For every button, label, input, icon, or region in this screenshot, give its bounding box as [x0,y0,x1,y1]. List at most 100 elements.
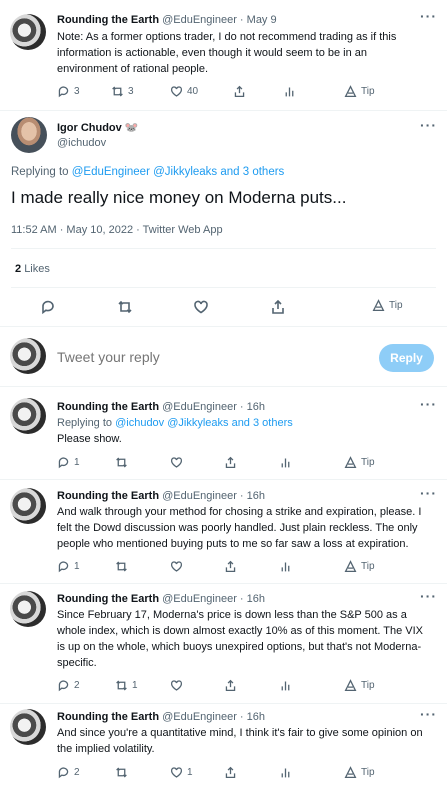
tip-button[interactable]: Tip [344,560,375,573]
reply-icon [58,767,69,779]
heart-icon [170,680,183,691]
avatar[interactable] [10,709,46,745]
reply-icon [58,561,69,573]
author-name[interactable]: Rounding the Earth [57,490,159,502]
retweet-icon [116,767,127,778]
tip-button[interactable]: Tip [344,456,375,469]
share-button[interactable] [224,456,237,469]
tweet-header: Rounding the Earth @EduEngineer · 16h [57,490,265,502]
tweet-text-line: whole index, which is down almost exactl… [57,625,424,637]
author-name[interactable]: Rounding the Earth [57,401,159,413]
tweet-text-line: is up on the whole, which buoys unexpire… [57,641,422,653]
analytics-button[interactable] [279,560,292,573]
more-icon[interactable]: ··· [420,396,437,412]
more-icon[interactable]: ··· [420,588,437,604]
reply-button[interactable]: 2 [57,766,80,779]
replying-to-links[interactable]: @EduEngineer @Jikkyleaks and 3 others [72,166,285,178]
retweet-button[interactable]: 1 [115,679,138,692]
reply-button[interactable]: 3 [57,85,80,98]
tweet-text-line: And walk through your method for chosing… [57,506,422,518]
heart-icon [170,457,183,468]
reply-input[interactable] [57,344,357,370]
like-button[interactable] [193,299,209,315]
replying-to: Replying to @ichudov @Jikkyleaks and 3 o… [57,417,293,429]
avatar[interactable] [10,14,46,50]
tip-button[interactable]: Tip [344,85,375,98]
retweet-icon [116,680,127,691]
share-button[interactable] [233,85,246,98]
author-handle[interactable]: @ichudov [57,137,106,149]
share-icon [225,766,236,779]
share-button[interactable] [224,560,237,573]
tweet-text-line: And since you're a quantitative mind, I … [57,727,423,739]
analytics-icon [281,768,290,778]
reply-button[interactable] [40,299,56,315]
likes-count[interactable]: 2 Likes [15,263,50,275]
heart-icon [170,561,183,572]
tip-button[interactable]: Tip [372,299,403,312]
like-button[interactable]: 40 [170,85,198,98]
tweet-text-line: the implied volatility. [57,743,155,755]
divider [0,479,447,480]
tweet-timestamp[interactable]: 11:52 AM · May 10, 2022 · Twitter Web Ap… [11,224,223,236]
retweet-button[interactable] [117,299,133,315]
tweet-text-line: Note: As a former options trader, I do n… [57,31,397,43]
author-meta: @EduEngineer · 16h [162,711,266,723]
avatar[interactable] [10,591,46,627]
tweet-actions: 1 Tip [57,456,427,472]
tweet-header: Rounding the Earth @EduEngineer · May 9 [57,14,277,26]
tweet-actions: 1 Tip [57,560,427,576]
more-icon[interactable]: ··· [420,706,437,722]
tweet-actions: 3 3 40 Tip [57,85,427,101]
avatar[interactable] [10,488,46,524]
retweet-button[interactable] [115,560,128,573]
divider [0,386,447,387]
tweet-header: Igor Chudov 🐭 [57,121,139,134]
author-name[interactable]: Rounding the Earth [57,593,159,605]
like-button[interactable] [170,679,183,692]
analytics-button[interactable] [283,85,296,98]
tip-icon [344,456,357,469]
share-icon [225,456,236,469]
tip-button[interactable]: Tip [344,766,375,779]
tweet-text-line: specific. [57,657,97,669]
retweet-button[interactable]: 3 [111,85,134,98]
tweet-header: Rounding the Earth @EduEngineer · 16h [57,401,265,413]
more-icon[interactable]: ··· [420,485,437,501]
retweet-button[interactable] [115,456,128,469]
tip-icon [344,560,357,573]
more-icon[interactable]: ··· [420,8,437,24]
tweet-text: I made really nice money on Moderna puts… [11,188,347,207]
analytics-button[interactable] [279,766,292,779]
heart-icon [170,767,183,778]
share-button[interactable] [224,766,237,779]
retweet-icon [118,300,132,314]
tweet-text-line: felt the Dowd discussion was poorly hand… [57,522,418,534]
author-name[interactable]: Rounding the Earth [57,711,159,723]
tweet-text-line: people who mentioned buying puts to me s… [57,538,409,550]
analytics-button[interactable] [279,456,292,469]
retweet-icon [116,457,127,468]
retweet-button[interactable] [115,766,128,779]
analytics-icon [281,562,290,572]
author-meta: @EduEngineer · May 9 [162,14,277,26]
divider [0,326,447,327]
author-name[interactable]: Rounding the Earth [57,14,159,26]
avatar[interactable] [10,398,46,434]
reply-button[interactable]: 1 [57,560,80,573]
avatar[interactable] [11,117,47,153]
like-button[interactable]: 1 [170,766,193,779]
like-button[interactable] [170,456,183,469]
reply-button[interactable]: 2 [57,679,80,692]
share-button[interactable] [270,299,286,315]
more-icon[interactable]: ··· [420,117,437,133]
share-button[interactable] [224,679,237,692]
tip-button[interactable]: Tip [344,679,375,692]
like-button[interactable] [170,560,183,573]
replying-to-links[interactable]: @ichudov @Jikkyleaks and 3 others [115,417,293,429]
analytics-button[interactable] [279,679,292,692]
reply-button[interactable]: 1 [57,456,80,469]
author-name[interactable]: Igor Chudov [57,122,122,134]
reply-submit-button[interactable]: Reply [379,344,434,372]
divider [0,703,447,704]
